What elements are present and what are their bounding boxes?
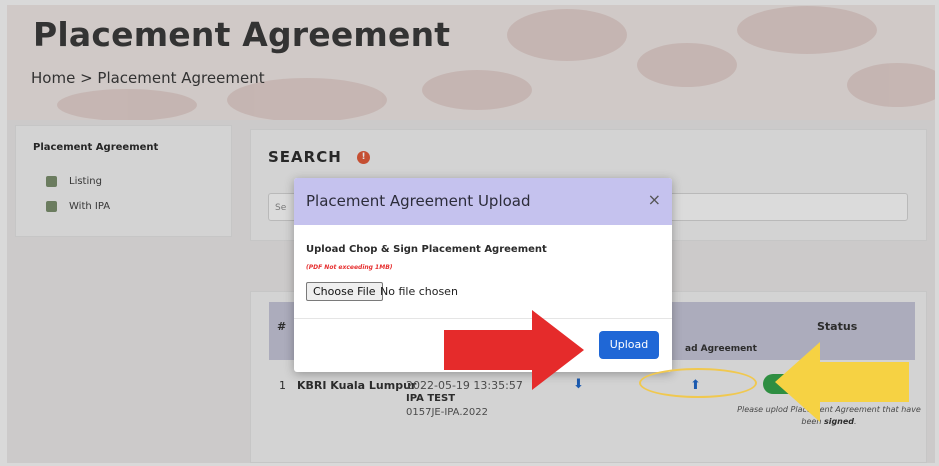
red-arrow-annotation [444, 310, 584, 390]
choose-file-button[interactable]: Choose File [306, 282, 383, 301]
yellow-ellipse-annotation [639, 368, 757, 398]
upload-button[interactable]: Upload [599, 331, 659, 359]
upload-size-note: (PDF Not exceeding 1MB) [306, 264, 393, 271]
yellow-arrow-annotation [775, 342, 909, 422]
modal-title: Placement Agreement Upload [306, 192, 531, 210]
file-status: No file chosen [380, 285, 458, 298]
modal-header: Placement Agreement Upload × [294, 178, 672, 225]
close-icon[interactable]: × [648, 190, 661, 209]
app-frame: Placement Agreement Home > Placement Agr… [7, 5, 935, 463]
upload-label: Upload Chop & Sign Placement Agreement [306, 244, 547, 255]
